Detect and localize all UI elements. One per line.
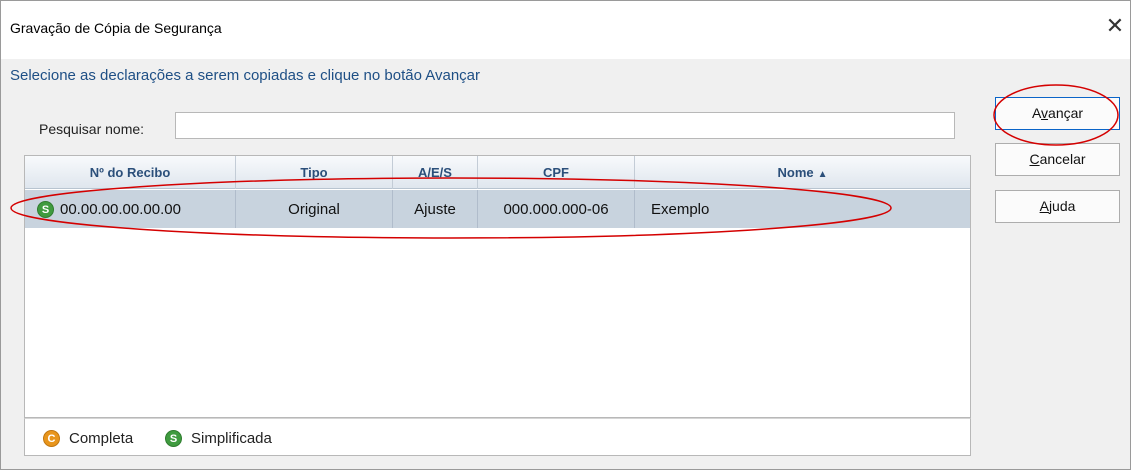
column-header-nome[interactable]: Nome ▲ [635,156,970,189]
dialog-window: Gravação de Cópia de Segurança ✕ Selecio… [0,0,1131,470]
ajuda-button[interactable]: Ajuda [995,190,1120,223]
column-header-recibo[interactable]: Nº do Recibo [25,156,236,189]
column-header-label: Tipo [300,165,328,180]
column-header-cpf[interactable]: CPF [478,156,635,189]
column-header-aes[interactable]: A/E/S [393,156,478,189]
column-header-label: Nome [777,165,814,180]
completa-icon: C [43,430,60,447]
cell-aes: Ajuste [393,190,478,228]
instruction-text: Selecione as declarações a serem copiada… [10,67,481,84]
column-header-tipo[interactable]: Tipo [236,156,393,189]
table-header: Nº do Recibo Tipo A/E/S CPF Nome ▲ [25,156,970,189]
legend-completa-label: Completa [69,430,134,447]
column-header-label: A/E/S [418,165,452,180]
cell-nome: Exemplo [651,201,710,218]
close-icon[interactable]: ✕ [1100,11,1130,41]
column-header-label: CPF [543,165,569,180]
simplificada-icon: S [165,430,182,447]
legend-bar: C Completa S Simplificada [24,418,971,456]
recibo-value: 00.00.00.00.00.00 [60,201,181,218]
cell-recibo: S 00.00.00.00.00.00 [25,190,236,228]
avancar-button[interactable]: Avançar [995,97,1120,130]
cell-tipo: Original [236,190,393,228]
cell-cpf: 000.000.000-06 [478,190,635,228]
sort-ascending-icon: ▲ [817,169,828,180]
column-header-label: Nº do Recibo [89,165,171,180]
search-input[interactable] [175,112,955,139]
simplificada-badge-icon: S [37,201,54,218]
cancelar-button[interactable]: Cancelar [995,143,1120,176]
declarations-table: Nº do Recibo Tipo A/E/S CPF Nome ▲ S 00.0… [24,155,971,418]
legend-simplificada-label: Simplificada [191,430,272,447]
table-row[interactable]: S 00.00.00.00.00.00 Original Ajuste 000.… [25,190,970,228]
title-bar: Gravação de Cópia de Segurança ✕ [1,1,1130,59]
search-label: Pesquisar nome: [39,121,145,137]
window-title: Gravação de Cópia de Segurança [10,20,222,36]
